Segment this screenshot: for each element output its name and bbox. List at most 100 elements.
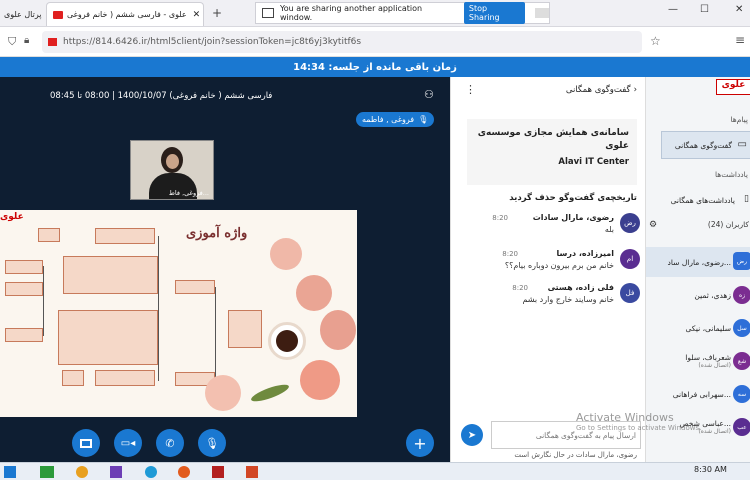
activate-title: Activate Windows (576, 411, 674, 424)
settings-icon[interactable]: ⚙ (649, 220, 657, 230)
app-icon[interactable] (40, 466, 54, 478)
mic-button[interactable]: 🎙︎ (198, 429, 226, 457)
flower-decoration (300, 360, 340, 400)
message-time: 8:20 (492, 214, 508, 222)
notes-icon: ▯ (744, 194, 749, 204)
flower-decoration (270, 238, 302, 270)
app-icon[interactable] (76, 466, 88, 478)
actions-button[interactable]: + (406, 429, 434, 457)
user-item[interactable]: زهدی، ثمین زه (646, 280, 750, 310)
message-author: رضوی، مارال سادات (532, 213, 614, 222)
monitor-icon (80, 438, 92, 448)
browser-tab-bar: پرتال علوی علوی - فارسی ششم ( خانم فروغی… (0, 0, 750, 27)
user-avatar: زه (733, 286, 750, 304)
slide-logo: علوی (0, 212, 24, 222)
connector-line (215, 287, 228, 379)
flower-decoration (296, 275, 332, 311)
slide: علوی واژه آموزی (0, 210, 357, 417)
meeting-title: فارسی ششم ( خانم فروغی) 1400/10/07 | 08:… (50, 91, 273, 101)
diagram-box (175, 280, 215, 294)
app-icon[interactable] (178, 466, 190, 478)
start-icon[interactable] (4, 466, 16, 478)
chat-message: ام امیرزاده، درسا 8:20 خانم من برم بیرون… (451, 247, 646, 277)
public-chat-label: گفت‌وگوی همگانی (674, 140, 732, 150)
message-author: فلی زاده، هستی (547, 283, 614, 292)
welcome-sub: Alavi IT Center (558, 157, 629, 167)
user-name: رضوی، مارال ساد... (667, 257, 731, 267)
diagram-box (5, 260, 43, 274)
url-field[interactable]: https://814.6426.ir/html5client/join?ses… (42, 31, 642, 53)
hide-button[interactable] (535, 8, 549, 18)
chat-cleared-notice: تاریخچه‌ی گفت‌وگو حذف گردید (509, 193, 637, 203)
user-item[interactable]: رضوی، مارال ساد... رض (646, 247, 750, 277)
webcam-video[interactable]: فروغی, فاط... (130, 140, 214, 200)
shared-notes-item[interactable]: یادداشت‌های همگانی ▯ (654, 189, 750, 211)
presenter-badge[interactable]: فروغی , فاطمه 🎙︎ (356, 112, 435, 127)
activate-windows-watermark: Activate Windows Go to Settings to activ… (576, 411, 750, 432)
coffee (276, 330, 298, 352)
message-text: خانم من برم بیرون دوباره بیام؟؟ (504, 261, 614, 270)
user-name: سهرابی فراهانی... (672, 389, 731, 399)
share-icon (262, 8, 274, 18)
user-avatar: شع (733, 352, 750, 370)
address-bar-row: ⛉ 🔒︎ https://814.6426.ir/html5client/joi… (0, 27, 750, 57)
url-text: https://814.6426.ir/html5client/join?ses… (63, 37, 362, 47)
chat-title: گفت‌وگوی همگانی (565, 85, 631, 95)
lock-icon[interactable]: 🔒︎ (24, 35, 29, 46)
avatar: فل (620, 283, 640, 303)
diagram-box (5, 328, 43, 342)
message-text: بله (604, 225, 614, 234)
more-options-icon[interactable]: ⋮ (465, 83, 476, 96)
flower-decoration (205, 375, 241, 411)
sharing-text: You are sharing another application wind… (279, 4, 423, 22)
welcome-title: سامانه‌ی همایش مجازی موسسه‌ی علوی (477, 128, 629, 151)
message-time: 8:20 (512, 284, 528, 292)
close-window-button[interactable]: ✕ (735, 4, 743, 15)
remaining-time-text: زمان باقی مانده از جلسه: 14:34 (293, 61, 457, 73)
bookmark-icon[interactable]: ☆ (650, 34, 661, 48)
menu-icon[interactable]: ≡ (735, 33, 745, 47)
tab-label: علوی - فارسی ششم ( خانم فروغی (67, 10, 187, 19)
new-tab-button[interactable]: + (212, 6, 222, 20)
app-icon[interactable] (110, 466, 122, 478)
mic-icon: 🎙︎ (418, 115, 429, 124)
clock-time[interactable]: 8:30 AM (694, 465, 727, 474)
maximize-button[interactable]: ☐ (700, 4, 709, 15)
taskbar: 8:30 AM (0, 462, 750, 480)
brand-logo: علوی (716, 79, 750, 95)
chat-message: رض رضوی، مارال سادات 8:20 بله (451, 211, 646, 241)
app-icon[interactable] (246, 466, 258, 478)
user-item[interactable]: سلیمانی، نیکی سل (646, 313, 750, 343)
minimize-button[interactable]: — (668, 4, 678, 15)
diagram-box (95, 370, 155, 386)
share-screen-button[interactable] (72, 429, 100, 457)
shared-notes-label: یادداشت‌های همگانی (670, 195, 735, 205)
chat-header[interactable]: ‹گفت‌وگوی همگانی (566, 85, 637, 95)
slide-title: واژه آموزی (186, 226, 248, 241)
user-icon[interactable]: ⚇ (424, 88, 434, 101)
presenter-name: فروغی , فاطمه (362, 115, 415, 124)
stop-sharing-button[interactable]: Stop Sharing (463, 2, 526, 24)
recording-icon (53, 10, 63, 19)
message-time: 8:20 (502, 250, 518, 258)
message-author: امیرزاده، درسا (556, 249, 614, 258)
user-avatar: سل (733, 319, 750, 337)
diagram-box (228, 310, 262, 348)
user-item[interactable]: شعرباف، سلوا (اتصال شده) شع (646, 346, 750, 376)
leaf-decoration (249, 381, 291, 405)
tab-class[interactable]: علوی - فارسی ششم ( خانم فروغی ✕ (46, 2, 204, 26)
chat-panel: ⋮ ‹گفت‌وگوی همگانی سامانه‌ی همایش مجازی … (450, 77, 645, 462)
user-item[interactable]: سهرابی فراهانی... سه (646, 379, 750, 409)
tab-portal[interactable]: پرتال علوی (0, 2, 44, 26)
send-button[interactable]: ➤ (461, 424, 483, 446)
webcam-button[interactable]: ▭◂ (114, 429, 142, 457)
audio-button[interactable]: ✆ (156, 429, 184, 457)
close-icon[interactable]: ✕ (193, 10, 201, 20)
app-icon[interactable] (212, 466, 224, 478)
welcome-box: سامانه‌ی همایش مجازی موسسه‌ی علوی Alavi … (467, 119, 637, 185)
shield-icon[interactable]: ⛉ (8, 35, 16, 49)
message-text: خانم وسایند خارج وارد بشم (522, 295, 614, 304)
public-chat-item[interactable]: گفت‌وگوی همگانی ▭ (661, 131, 750, 159)
chat-message: فل فلی زاده، هستی 8:20 خانم وسایند خارج … (451, 281, 646, 311)
app-icon[interactable] (145, 466, 157, 478)
